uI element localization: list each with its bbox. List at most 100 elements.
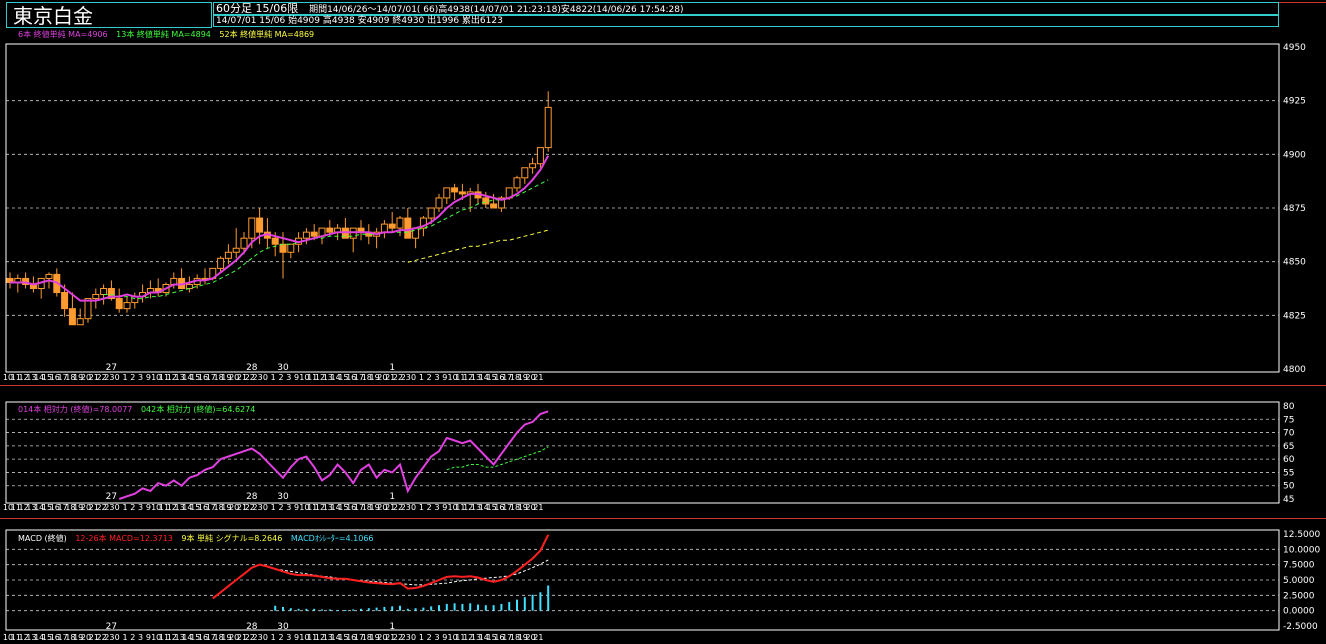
x-tick-label: 1 — [122, 503, 127, 512]
candle-body — [287, 243, 295, 253]
x-tick-label: 0 — [263, 373, 268, 382]
x-tick-label: 1 — [419, 373, 424, 382]
osc-bar — [445, 603, 448, 611]
candle-body — [76, 318, 84, 326]
signal-line — [275, 559, 549, 586]
candle-body — [115, 298, 123, 310]
candle-body — [458, 191, 466, 195]
osc-bar — [500, 603, 503, 611]
y-tick-label: 10.0000 — [1283, 545, 1320, 555]
osc-bar — [406, 608, 409, 611]
candle-body — [310, 231, 318, 237]
x-tick-label: 1 — [122, 373, 127, 382]
x-tick-label: 0 — [411, 633, 416, 642]
x-tick-label: 2 — [278, 503, 283, 512]
osc-bar — [313, 608, 316, 611]
candle-body — [326, 227, 334, 233]
ma6-line — [10, 155, 550, 302]
candle-body — [185, 283, 193, 290]
y-tick-label: 4825 — [1283, 311, 1306, 321]
osc-bar — [399, 605, 401, 611]
x-day-label: 27 — [106, 363, 117, 373]
x-day-label: 30 — [277, 363, 289, 373]
x-day-label: 28 — [246, 492, 258, 502]
x-tick-label: 2 — [130, 633, 135, 642]
candle-body — [61, 292, 69, 310]
x-day-label: 1 — [389, 363, 395, 373]
y-tick-label: 4900 — [1283, 150, 1306, 160]
candle-body — [451, 187, 459, 193]
ma13-line — [103, 179, 549, 300]
y-tick-label: 5.0000 — [1283, 576, 1315, 586]
y-tick-label: 60 — [1283, 455, 1295, 465]
candle-body — [217, 257, 225, 269]
candle-body — [68, 308, 76, 326]
y-tick-label: 7.5000 — [1283, 561, 1315, 571]
osc-bar — [523, 597, 526, 611]
candle-body — [544, 106, 552, 149]
rsi14-line — [118, 410, 549, 500]
ma52-line — [407, 229, 549, 263]
y-tick-label: 50 — [1283, 482, 1295, 492]
y-tick-label: 4925 — [1283, 97, 1306, 107]
osc-bar — [352, 609, 355, 611]
x-day-label: 28 — [246, 622, 258, 632]
osc-bar — [461, 603, 464, 611]
x-tick-label: 0 — [411, 503, 416, 512]
x-tick-label: 23 — [253, 373, 263, 382]
osc-bar — [492, 605, 495, 611]
x-day-label: 30 — [277, 492, 289, 502]
x-tick-label: 0 — [263, 633, 268, 642]
candle-body — [536, 147, 544, 165]
osc-bar — [516, 599, 518, 611]
osc-bar — [484, 605, 487, 611]
x-tick-label: 3 — [434, 503, 439, 512]
osc-bar — [422, 607, 425, 611]
chart-canvas: 4950 4925 4900 4875 4850 4825 4800 80 75 70 65 60 55… — [3, 43, 1321, 642]
y-tick-label: 4950 — [1283, 43, 1306, 53]
osc-bar — [438, 605, 440, 611]
macd-line — [212, 534, 550, 600]
x-tick-label: 3 — [434, 373, 439, 382]
x-tick-label: 3 — [138, 503, 143, 512]
x-tick-label: 21 — [533, 633, 543, 642]
x-tick-label: 23 — [104, 633, 114, 642]
candle-body — [443, 187, 451, 199]
candle-body — [271, 237, 279, 245]
y-tick-label: 80 — [1283, 402, 1295, 412]
candle-body — [248, 217, 256, 239]
x-tick-label: 23 — [253, 503, 263, 512]
candle-body — [224, 251, 232, 259]
x-tick-label: 1 — [419, 503, 424, 512]
osc-bar — [297, 608, 300, 611]
osc-bar — [289, 608, 292, 611]
y-tick-label: 55 — [1283, 468, 1294, 478]
osc-bar — [383, 606, 386, 611]
x-tick-label: 1 — [419, 633, 424, 642]
x-tick-label: 2 — [130, 503, 135, 512]
x-tick-label: 23 — [104, 373, 114, 382]
x-tick-label: 3 — [286, 503, 291, 512]
x-tick-label: 23 — [401, 633, 411, 642]
candle-body — [396, 217, 404, 229]
candle-body — [404, 217, 412, 239]
x-tick-label: 3 — [138, 373, 143, 382]
osc-bar — [469, 603, 472, 611]
osc-bar — [375, 607, 378, 611]
y-tick-label: 12.5000 — [1283, 530, 1320, 540]
osc-bar — [539, 592, 542, 611]
x-tick-label: 3 — [286, 633, 291, 642]
x-tick-label: 23 — [401, 373, 411, 382]
y-tick-label: 75 — [1283, 415, 1294, 425]
candle-body — [100, 288, 108, 296]
osc-bar — [321, 609, 323, 611]
candle-body — [92, 294, 100, 300]
candle-body — [256, 217, 264, 233]
candle-body — [521, 167, 529, 179]
osc-bar — [414, 608, 417, 611]
osc-bar — [336, 610, 339, 612]
x-tick-label: 21 — [533, 373, 543, 382]
x-tick-label: 23 — [104, 503, 114, 512]
y-tick-label: 0.0000 — [1283, 607, 1315, 617]
osc-bar — [328, 609, 331, 611]
